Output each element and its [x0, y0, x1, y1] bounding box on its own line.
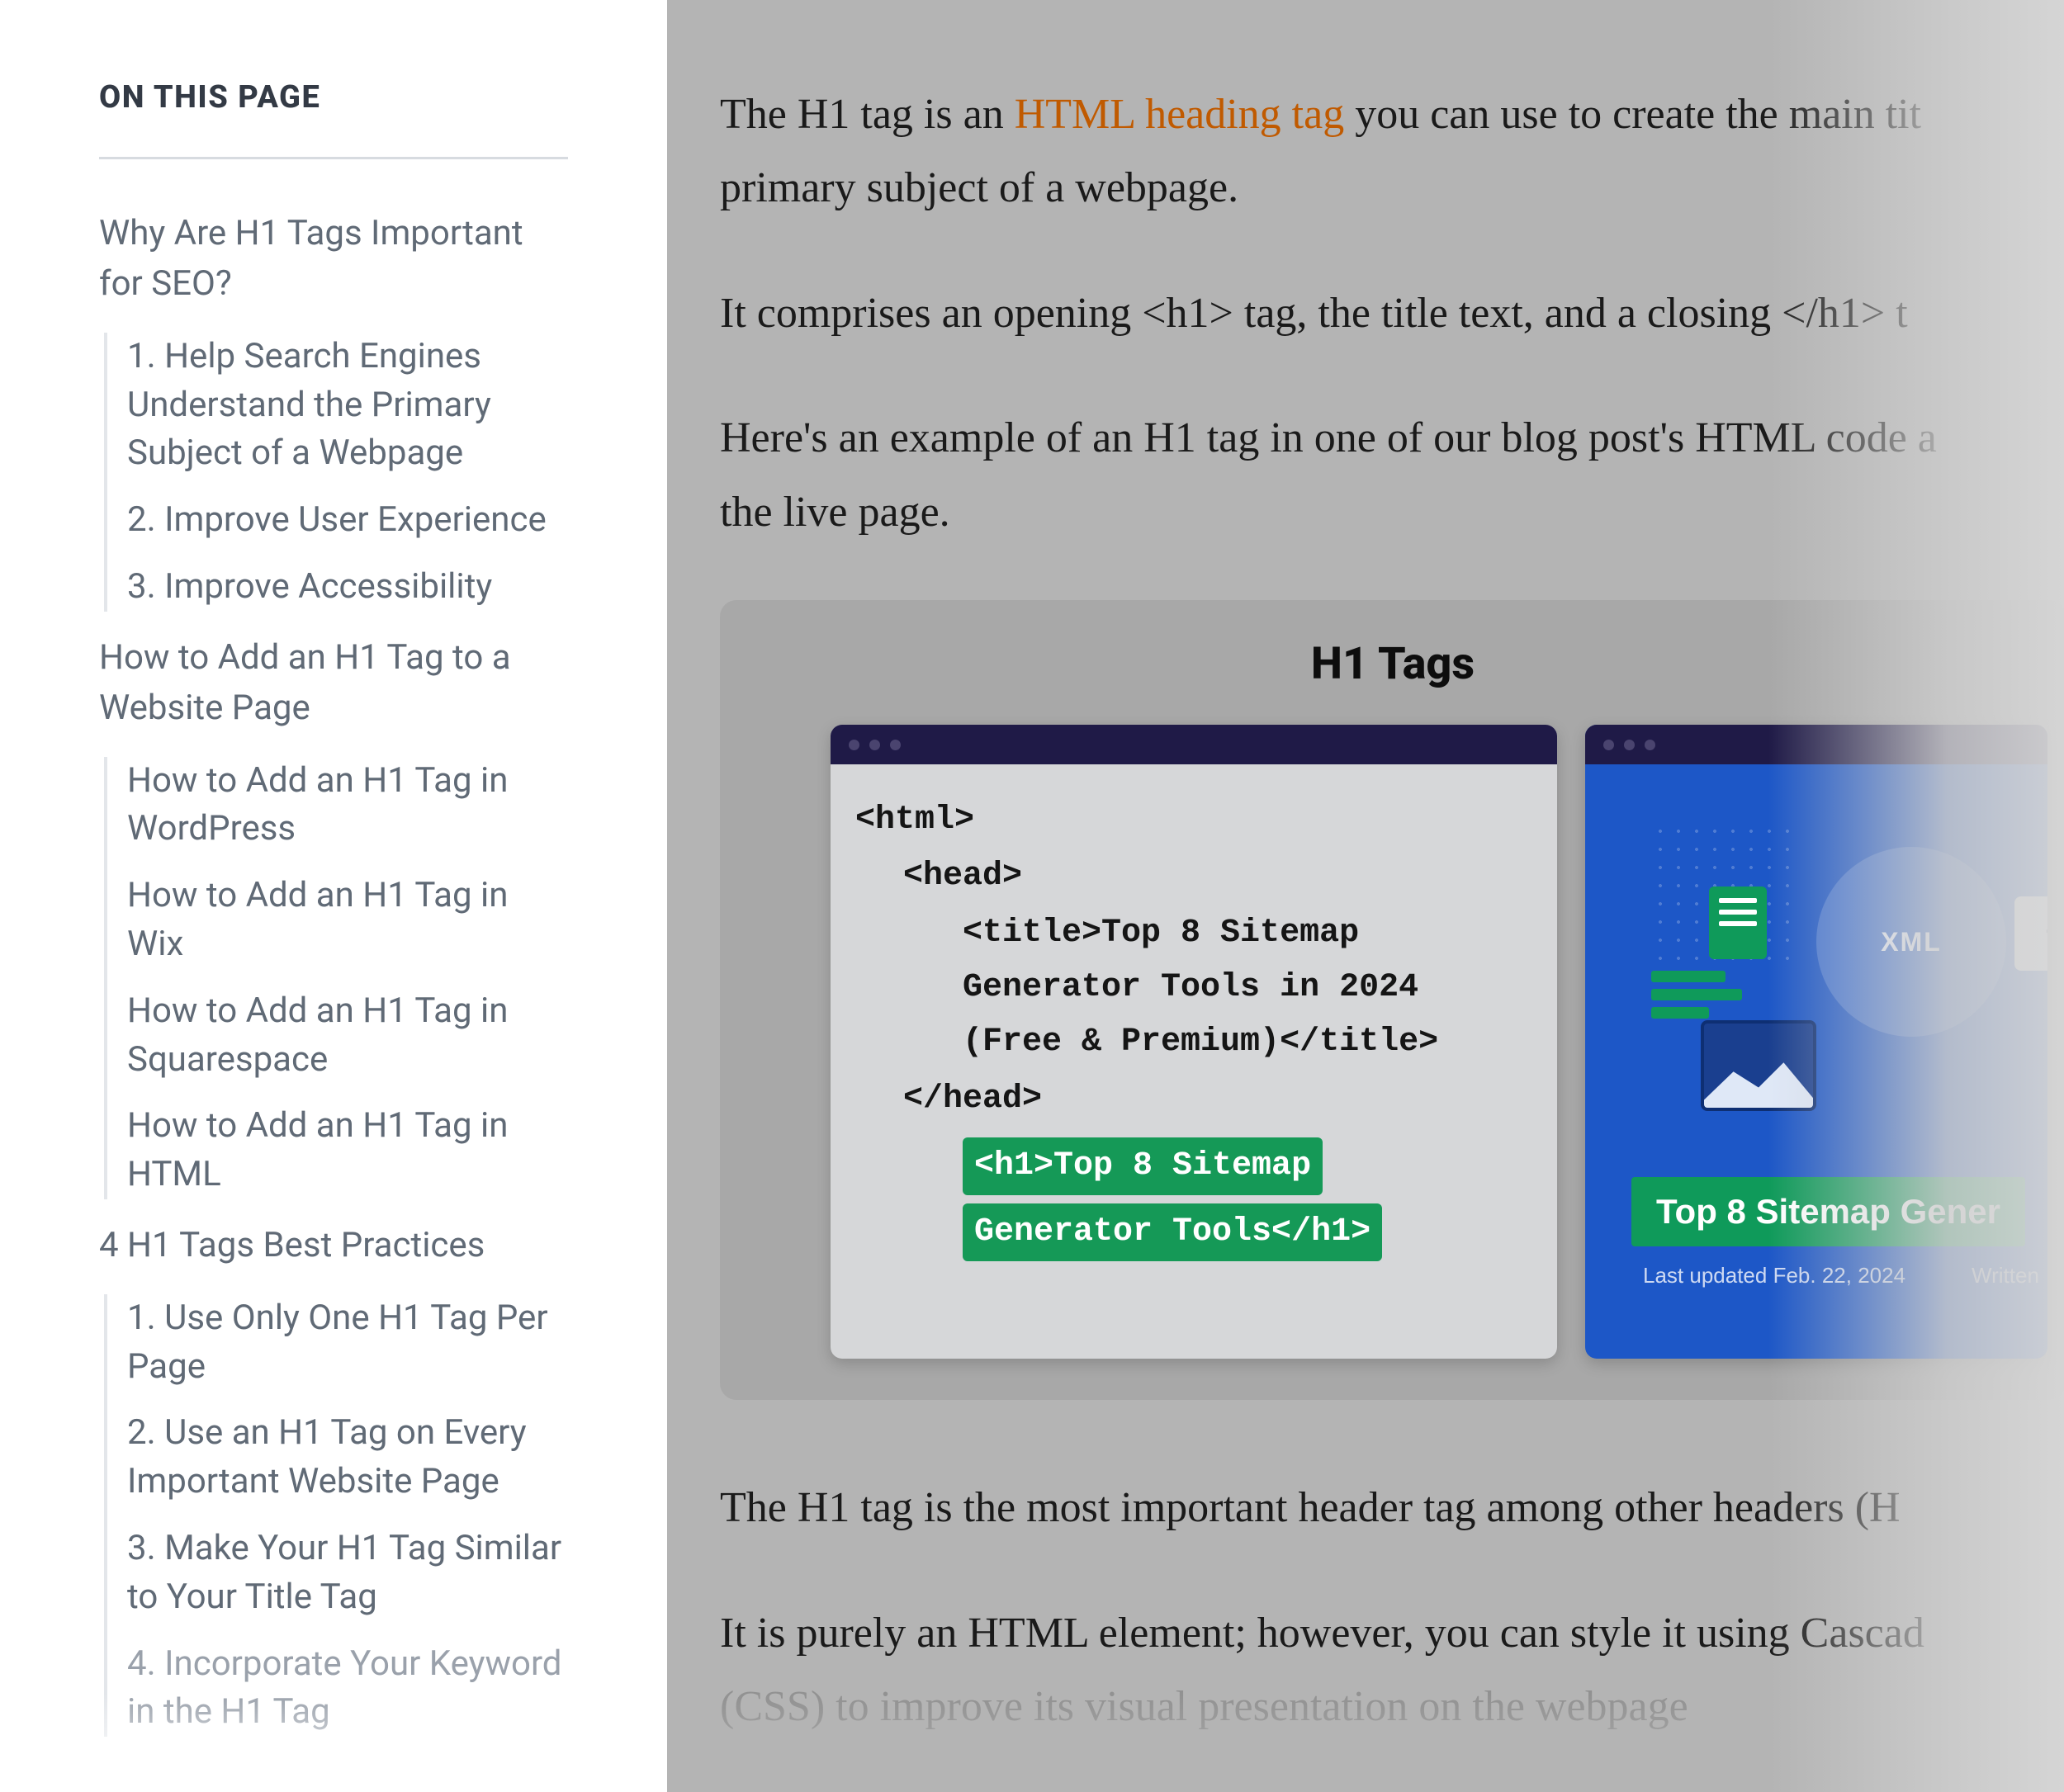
bars-icon — [1651, 971, 1742, 1020]
toc-item-how-to-add[interactable]: How to Add an H1 Tag to a Website Page — [99, 633, 568, 734]
toc-subitem[interactable]: 2. Improve User Experience — [127, 496, 568, 545]
meta-updated: Last updated Feb. 22, 2024 — [1643, 1263, 1905, 1288]
figure-h1-tags: H1 Tags <html> <head> <title>Top 8 Sitem… — [720, 600, 2064, 1400]
live-body: XML </ Top 8 Sitemap Gener Last updated … — [1585, 764, 2047, 1359]
toc-subitem[interactable]: How to Add an H1 Tag in Wix — [127, 872, 568, 969]
text: (CSS) to improve its visual presentation… — [720, 1683, 1688, 1730]
window-dot-icon — [869, 740, 880, 750]
meta-written: Written — [1972, 1263, 2039, 1288]
code-line: <html> — [855, 794, 1532, 847]
toc-subitem[interactable]: How to Add an H1 Tag in HTML — [127, 1102, 568, 1199]
live-meta: Last updated Feb. 22, 2024 Written — [1643, 1263, 2039, 1288]
window-titlebar — [831, 725, 1557, 764]
text: you can use to create the main tit — [1344, 91, 1921, 138]
toc-subitem[interactable]: 1. Help Search Engines Understand the Pr… — [127, 333, 568, 478]
toc-sidebar: ON THIS PAGE Why Are H1 Tags Important f… — [0, 0, 667, 1792]
text: Here's an example of an H1 tag in one of… — [720, 414, 1937, 461]
toc-sublist: How to Add an H1 Tag in WordPress How to… — [104, 757, 568, 1199]
window-dot-icon — [1603, 740, 1614, 750]
toc-list: Why Are H1 Tags Important for SEO? 1. He… — [99, 209, 568, 1737]
toc-item-why-important[interactable]: Why Are H1 Tags Important for SEO? — [99, 209, 568, 310]
text: primary subject of a webpage. — [720, 164, 1238, 211]
h1-highlight: Generator Tools</h1> — [963, 1203, 1382, 1261]
text: The H1 tag is the most important header … — [720, 1484, 1901, 1531]
text: It comprises an opening <h1> tag, the ti… — [720, 290, 1908, 337]
code-chip-icon: </ — [2014, 896, 2047, 971]
image-icon — [1701, 1020, 1816, 1111]
toc-subitem[interactable]: 3. Improve Accessibility — [127, 563, 568, 612]
figure-panels: <html> <head> <title>Top 8 Sitemap Gener… — [720, 725, 2064, 1359]
document-icon — [1709, 887, 1767, 959]
article-main: The H1 tag is an HTML heading tag you ca… — [667, 0, 2064, 1792]
live-preview-window: XML </ Top 8 Sitemap Gener Last updated … — [1585, 725, 2047, 1359]
text: It is purely an HTML element; however, y… — [720, 1610, 1924, 1657]
paragraph: The H1 tag is the most important header … — [720, 1471, 2064, 1544]
code-body: <html> <head> <title>Top 8 Sitemap Gener… — [831, 764, 1557, 1299]
live-hero-graphic: XML </ — [1626, 797, 2047, 1161]
paragraph: It comprises an opening <h1> tag, the ti… — [720, 277, 2064, 350]
toc-subitem[interactable]: 1. Use Only One H1 Tag Per Page — [127, 1294, 568, 1392]
code-window: <html> <head> <title>Top 8 Sitemap Gener… — [831, 725, 1557, 1359]
toc-subitem[interactable]: 4. Incorporate Your Keyword in the H1 Ta… — [127, 1640, 568, 1738]
toc-subitem[interactable]: How to Add an H1 Tag in Squarespace — [127, 987, 568, 1085]
text: The H1 tag is an — [720, 91, 1015, 138]
code-line: <head> — [855, 850, 1532, 903]
toc-heading: ON THIS PAGE — [99, 79, 568, 116]
window-dot-icon — [1645, 740, 1655, 750]
toc-subitem[interactable]: 3. Make Your H1 Tag Similar to Your Titl… — [127, 1525, 568, 1622]
paragraph: The H1 tag is an HTML heading tag you ca… — [720, 78, 2064, 225]
window-titlebar — [1585, 725, 2047, 764]
window-dot-icon — [1624, 740, 1635, 750]
live-h1-title: Top 8 Sitemap Gener — [1631, 1177, 2025, 1246]
toc-subitem[interactable]: 2. Use an H1 Tag on Every Important Webs… — [127, 1409, 568, 1506]
text: the live page. — [720, 489, 950, 536]
link-html-heading-tag[interactable]: HTML heading tag — [1015, 91, 1345, 138]
toc-sublist: 1. Help Search Engines Understand the Pr… — [104, 333, 568, 612]
window-dot-icon — [890, 740, 901, 750]
paragraph: It is purely an HTML element; however, y… — [720, 1596, 2064, 1744]
toc-sublist: 1. Use Only One H1 Tag Per Page 2. Use a… — [104, 1294, 568, 1737]
toc-divider — [99, 157, 568, 159]
h1-highlight: <h1>Top 8 Sitemap — [963, 1137, 1323, 1195]
code-line: <title>Top 8 Sitemap Generator Tools in … — [855, 906, 1532, 1070]
code-line: </head> — [855, 1073, 1532, 1126]
toc-item-best-practices[interactable]: 4 H1 Tags Best Practices — [99, 1221, 568, 1271]
figure-title: H1 Tags — [720, 638, 2064, 690]
toc-subitem[interactable]: How to Add an H1 Tag in WordPress — [127, 757, 568, 854]
window-dot-icon — [849, 740, 859, 750]
xml-badge-icon: XML — [1816, 847, 2006, 1037]
paragraph: Here's an example of an H1 tag in one of… — [720, 401, 2064, 549]
